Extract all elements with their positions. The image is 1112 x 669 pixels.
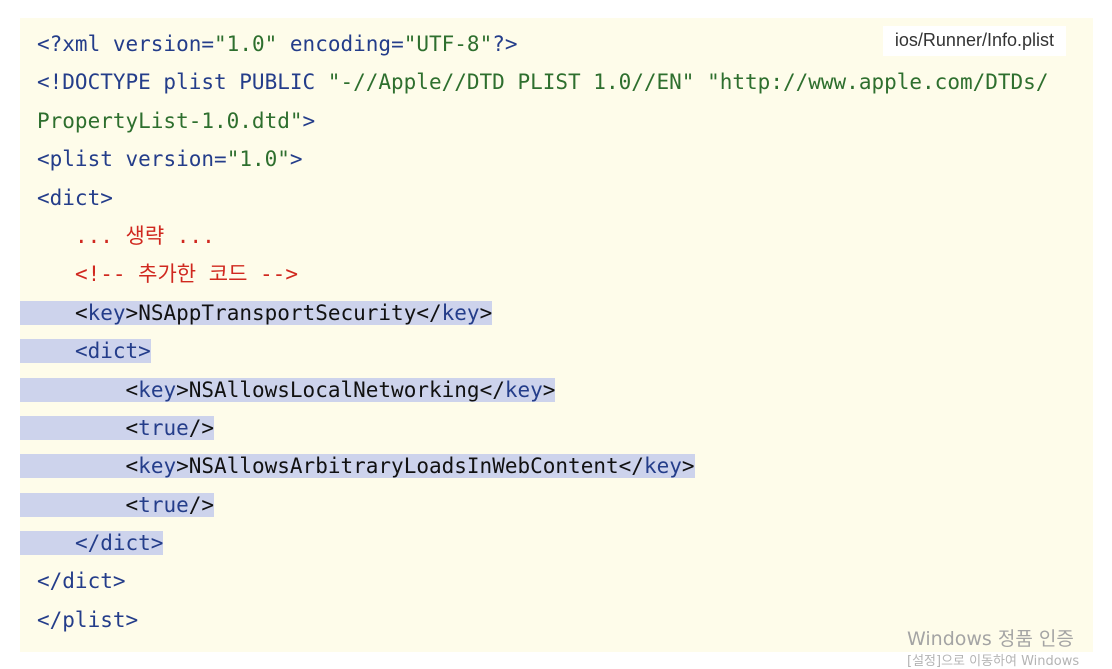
code-token: key (87, 300, 126, 325)
code-line-11: <true/> (20, 409, 1093, 447)
highlighted-code: <key>NSAppTransportSecurity</key> (20, 300, 493, 325)
code-token: <dict> (74, 339, 151, 364)
code-listing: <?xml version="1.0" encoding="UTF-8"?> <… (20, 25, 1093, 639)
code-token: > (176, 377, 189, 402)
code-token: > (125, 300, 139, 325)
code-token: <?xml (37, 32, 113, 56)
highlighted-code: <key>NSAllowsArbitraryLoadsInWebContent<… (20, 454, 695, 479)
code-line-12: <key>NSAllowsArbitraryLoadsInWebContent<… (20, 447, 1093, 485)
code-token: <plist (37, 147, 126, 172)
code-token: </plist> (37, 607, 139, 632)
code-line-8: <key>NSAppTransportSecurity</key> (20, 294, 1093, 332)
code-token: = (391, 32, 404, 56)
code-token: encoding (289, 32, 392, 56)
code-token: "UTF-8" (403, 32, 493, 56)
code-token: = (214, 147, 227, 172)
code-token: <dict> (37, 185, 113, 210)
code-token: "1.0" (214, 32, 278, 56)
code-token: ?> (492, 32, 518, 56)
code-token: <!DOCTYPE plist PUBLIC (37, 70, 328, 95)
code-token: NSAppTransportSecurity (138, 300, 417, 325)
windows-activation-watermark: Windows 정품 인증 (907, 628, 1074, 650)
code-token: > (289, 147, 303, 172)
code-token: PropertyList-1.0.dtd" (37, 108, 303, 133)
code-token: "-//Apple//DTD PLIST 1.0//EN" (327, 70, 695, 95)
code-token: > (542, 377, 556, 402)
code-token: NSAllowsArbitraryLoadsInWebContent (188, 454, 619, 479)
code-line-3: PropertyList-1.0.dtd"> (20, 102, 1093, 140)
code-token: </dict> (74, 531, 164, 556)
code-token: key (138, 454, 177, 479)
code-line-14: </dict> (20, 524, 1093, 562)
code-line-9: <dict> (20, 332, 1093, 370)
code-token: key (138, 377, 177, 402)
code-token: "http://www.apple.com/DTDs/ (707, 70, 1049, 95)
code-token: version (125, 147, 215, 172)
windows-activation-subtitle: [설정]으로 이동하여 Windows (907, 654, 1080, 669)
code-token: </ (618, 454, 644, 479)
code-comment: <!-- 추가한 코드 --> (74, 262, 298, 287)
code-token: key (441, 300, 480, 325)
code-token: < (125, 454, 139, 479)
code-line-10: <key>NSAllowsLocalNetworking</key> (20, 371, 1093, 409)
code-token: > (681, 454, 695, 479)
code-block: ios/Runner/Info.plist <?xml version="1.0… (20, 18, 1093, 652)
highlighted-code: <dict> (20, 339, 151, 364)
code-token: < (125, 415, 139, 440)
code-token: key (504, 377, 543, 402)
code-token: true (138, 415, 189, 440)
code-token: /> (188, 415, 215, 440)
code-line-7: <!-- 추가한 코드 --> (20, 255, 1093, 293)
code-comment: ... 생략 ... (74, 223, 215, 248)
code-line-1: <?xml version="1.0" encoding="UTF-8"?> (20, 25, 1093, 63)
code-line-2: <!DOCTYPE plist PUBLIC "-//Apple//DTD PL… (20, 63, 1093, 101)
code-token: NSAllowsLocalNetworking (188, 377, 480, 402)
highlighted-code: <key>NSAllowsLocalNetworking</key> (20, 377, 556, 402)
code-line-5: <dict> (20, 179, 1093, 217)
code-token: </ (479, 377, 505, 402)
code-token: </ (416, 300, 442, 325)
code-token: = (201, 32, 215, 56)
code-token: </dict> (37, 569, 126, 594)
code-token: true (138, 492, 189, 517)
code-line-13: <true/> (20, 486, 1093, 524)
code-token: < (125, 492, 139, 517)
highlighted-code: </dict> (20, 531, 164, 556)
code-token: > (479, 300, 493, 325)
code-token: < (74, 300, 88, 325)
code-token: < (125, 377, 139, 402)
highlighted-code: <true/> (20, 492, 215, 517)
code-token: version (112, 32, 202, 56)
code-line-15: </dict> (20, 562, 1093, 600)
code-token: > (176, 454, 189, 479)
code-token: > (302, 108, 316, 133)
code-line-4: <plist version="1.0"> (20, 140, 1093, 178)
code-token: key (643, 454, 682, 479)
code-token: /> (188, 492, 215, 517)
code-line-6: ... 생략 ... (20, 217, 1093, 255)
code-token: "1.0" (226, 147, 290, 172)
highlighted-code: <true/> (20, 415, 215, 440)
